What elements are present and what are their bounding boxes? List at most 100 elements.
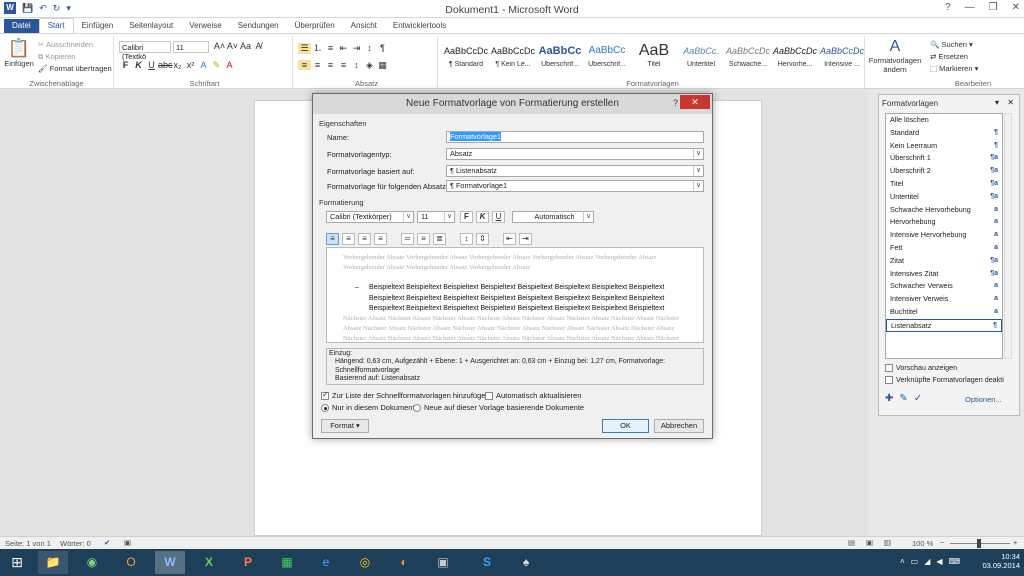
word-taskbar-icon[interactable]: W: [155, 551, 185, 574]
style-subtitle[interactable]: AaBbCc. Untertitel: [678, 41, 724, 81]
decrease-indent-icon[interactable]: ⇤: [337, 43, 350, 54]
dialog-align-left-icon[interactable]: ≡: [326, 233, 339, 245]
select-button[interactable]: ⬚ Markieren ▾: [930, 64, 978, 73]
copy-button[interactable]: ⧉ Kopieren: [38, 52, 75, 62]
zoom-level[interactable]: 100 %: [912, 539, 933, 548]
font-size-box[interactable]: 11: [173, 41, 209, 53]
style-intense-emphasis[interactable]: AaBbCcDc Intensive ...: [819, 41, 865, 81]
page-count[interactable]: Seite: 1 von 1: [5, 539, 51, 548]
highlight-icon[interactable]: ✎: [210, 60, 223, 71]
firefox-icon[interactable]: ◐: [389, 551, 419, 574]
word-count[interactable]: Wörter: 0: [60, 539, 91, 548]
style-item-subtitle[interactable]: Untertitel ¶a: [886, 191, 1002, 204]
style-no-spacing[interactable]: AaBbCcDc ¶ Kein Le...: [490, 41, 536, 81]
align-right-icon[interactable]: ≡: [324, 60, 337, 70]
cancel-button[interactable]: Abbrechen: [654, 419, 704, 433]
dialog-double-spacing-icon[interactable]: ≣: [433, 233, 446, 245]
style-subtle-emphasis[interactable]: AaBbCcDc Schwache...: [725, 41, 771, 81]
style-item-subtle-emphasis[interactable]: Schwache Hervorhebung a: [886, 204, 1002, 217]
new-style-icon[interactable]: ✚: [885, 393, 893, 404]
change-styles-button[interactable]: A Formatvorlagen ändern: [868, 38, 922, 74]
zoom-in-icon[interactable]: +: [1013, 538, 1017, 547]
add-to-quick-styles-checkbox[interactable]: [321, 390, 329, 401]
align-center-icon[interactable]: ≡: [311, 60, 324, 70]
tab-view[interactable]: Ansicht: [343, 19, 385, 33]
tab-review[interactable]: Überprüfen: [287, 19, 343, 33]
dialog-increase-indent-icon[interactable]: ⇥: [519, 233, 532, 245]
style-item-bold[interactable]: Fett a: [886, 242, 1002, 255]
bold-icon[interactable]: F: [119, 60, 132, 70]
style-item-intense-emphasis[interactable]: Intensive Hervorhebung a: [886, 229, 1002, 242]
find-button[interactable]: 🔍 Suchen ▾: [930, 40, 973, 49]
network-icon[interactable]: ◢: [924, 557, 930, 566]
only-this-document-radio[interactable]: [321, 404, 329, 413]
underline-icon[interactable]: U: [145, 60, 158, 70]
shading-icon[interactable]: ◈: [363, 60, 376, 71]
tab-start[interactable]: Start: [38, 18, 74, 33]
dialog-space-before-icon[interactable]: ↕: [460, 233, 473, 245]
style-item-intense-quote[interactable]: Intensives Zitat ¶a: [886, 268, 1002, 281]
add-to-quick-styles-option[interactable]: Zur Liste der Schnellformatvorlagen hinz…: [321, 390, 490, 401]
text-effects-icon[interactable]: A: [197, 60, 210, 70]
strike-icon[interactable]: abc: [158, 60, 173, 70]
tab-insert[interactable]: Einfügen: [74, 19, 122, 33]
format-button[interactable]: Format ▾: [321, 419, 369, 433]
grow-font-icon[interactable]: A˄: [213, 41, 226, 51]
app-icon[interactable]: ▣: [428, 551, 458, 574]
based-on-select[interactable]: ¶ Listenabsatz ∨: [446, 165, 704, 177]
proofing-icon[interactable]: ✔: [104, 538, 110, 547]
format-painter-button[interactable]: 🖌 Format übertragen: [38, 64, 112, 73]
dialog-close-button[interactable]: ✕: [680, 95, 710, 109]
font-name-box[interactable]: Calibri (Textkö: [119, 41, 171, 61]
style-inspector-icon[interactable]: ✎: [899, 393, 907, 404]
battery-icon[interactable]: ▭: [911, 557, 919, 566]
style-item-intense-reference[interactable]: Intensiver Verweis a: [886, 293, 1002, 306]
dialog-space-after-icon[interactable]: ⇕: [476, 233, 489, 245]
style-heading2[interactable]: AaBbCc Überschrif...: [584, 41, 630, 81]
macro-icon[interactable]: ▣: [124, 538, 131, 547]
options-link[interactable]: Optionen...: [965, 395, 1002, 404]
internet-explorer-icon[interactable]: e: [311, 551, 341, 574]
dialog-justify-icon[interactable]: ≡: [374, 233, 387, 245]
new-documents-option[interactable]: Neue auf dieser Vorlage basierende Dokum…: [413, 403, 584, 413]
superscript-icon[interactable]: x²: [184, 60, 197, 70]
auto-update-option[interactable]: Automatisch aktualisieren: [485, 391, 581, 401]
style-title[interactable]: AaB Titel: [631, 41, 677, 81]
style-item-heading1[interactable]: Überschrift 1 ¶a: [886, 152, 1002, 165]
replace-button[interactable]: ⇄ Ersetzen: [930, 52, 968, 61]
justify-icon[interactable]: ≡: [337, 60, 350, 70]
style-emphasis[interactable]: AaBbCcDc Hervorhe...: [772, 41, 818, 81]
tab-developer[interactable]: Entwicklertools: [385, 19, 454, 33]
font-color-icon[interactable]: A: [223, 60, 236, 70]
pilcrow-icon[interactable]: ¶: [376, 43, 389, 53]
style-item-heading2[interactable]: Überschrift 2 ¶a: [886, 165, 1002, 178]
style-item-book-title[interactable]: Buchtitel a: [886, 306, 1002, 319]
explorer-icon[interactable]: 📁: [38, 551, 68, 574]
start-icon[interactable]: ⊞: [2, 551, 32, 574]
close-button[interactable]: ✕: [1012, 2, 1020, 13]
style-item-list-paragraph[interactable]: Listenabsatz ¶: [886, 318, 1002, 332]
chevron-up-icon[interactable]: ˄: [900, 557, 905, 566]
style-item-quote[interactable]: Zitat ¶a: [886, 255, 1002, 268]
shrink-font-icon[interactable]: A˅: [226, 41, 239, 51]
dialog-font-select[interactable]: Calibri (Textkörper) ∨: [326, 211, 414, 223]
increase-indent-icon[interactable]: ⇥: [350, 43, 363, 54]
name-input[interactable]: Formatvorlage1: [446, 131, 704, 143]
chrome-icon[interactable]: ◎: [350, 551, 380, 574]
subscript-icon[interactable]: x₂: [171, 60, 184, 70]
change-case-icon[interactable]: Aa: [239, 41, 252, 51]
style-item-standard[interactable]: Standard ¶: [886, 127, 1002, 140]
clear-format-icon[interactable]: A̸: [252, 41, 265, 51]
dialog-underline-button[interactable]: U: [492, 211, 505, 223]
show-preview-option[interactable]: Vorschau anzeigen: [885, 363, 957, 373]
multilevel-icon[interactable]: ≡: [324, 43, 337, 53]
dialog-align-center-icon[interactable]: ≡: [342, 233, 355, 245]
style-standard[interactable]: AaBbCcDc ¶ Standard: [443, 41, 489, 81]
line-spacing-icon[interactable]: ↕: [350, 60, 363, 70]
pane-menu-icon[interactable]: ▾: [995, 98, 999, 107]
type-select[interactable]: Absatz ∨: [446, 148, 704, 160]
borders-icon[interactable]: ▦: [376, 60, 389, 71]
style-item-no-spacing[interactable]: Kein Leerraum ¶: [886, 140, 1002, 153]
dialog-align-right-icon[interactable]: ≡: [358, 233, 371, 245]
powerpoint-icon[interactable]: P: [233, 551, 263, 574]
